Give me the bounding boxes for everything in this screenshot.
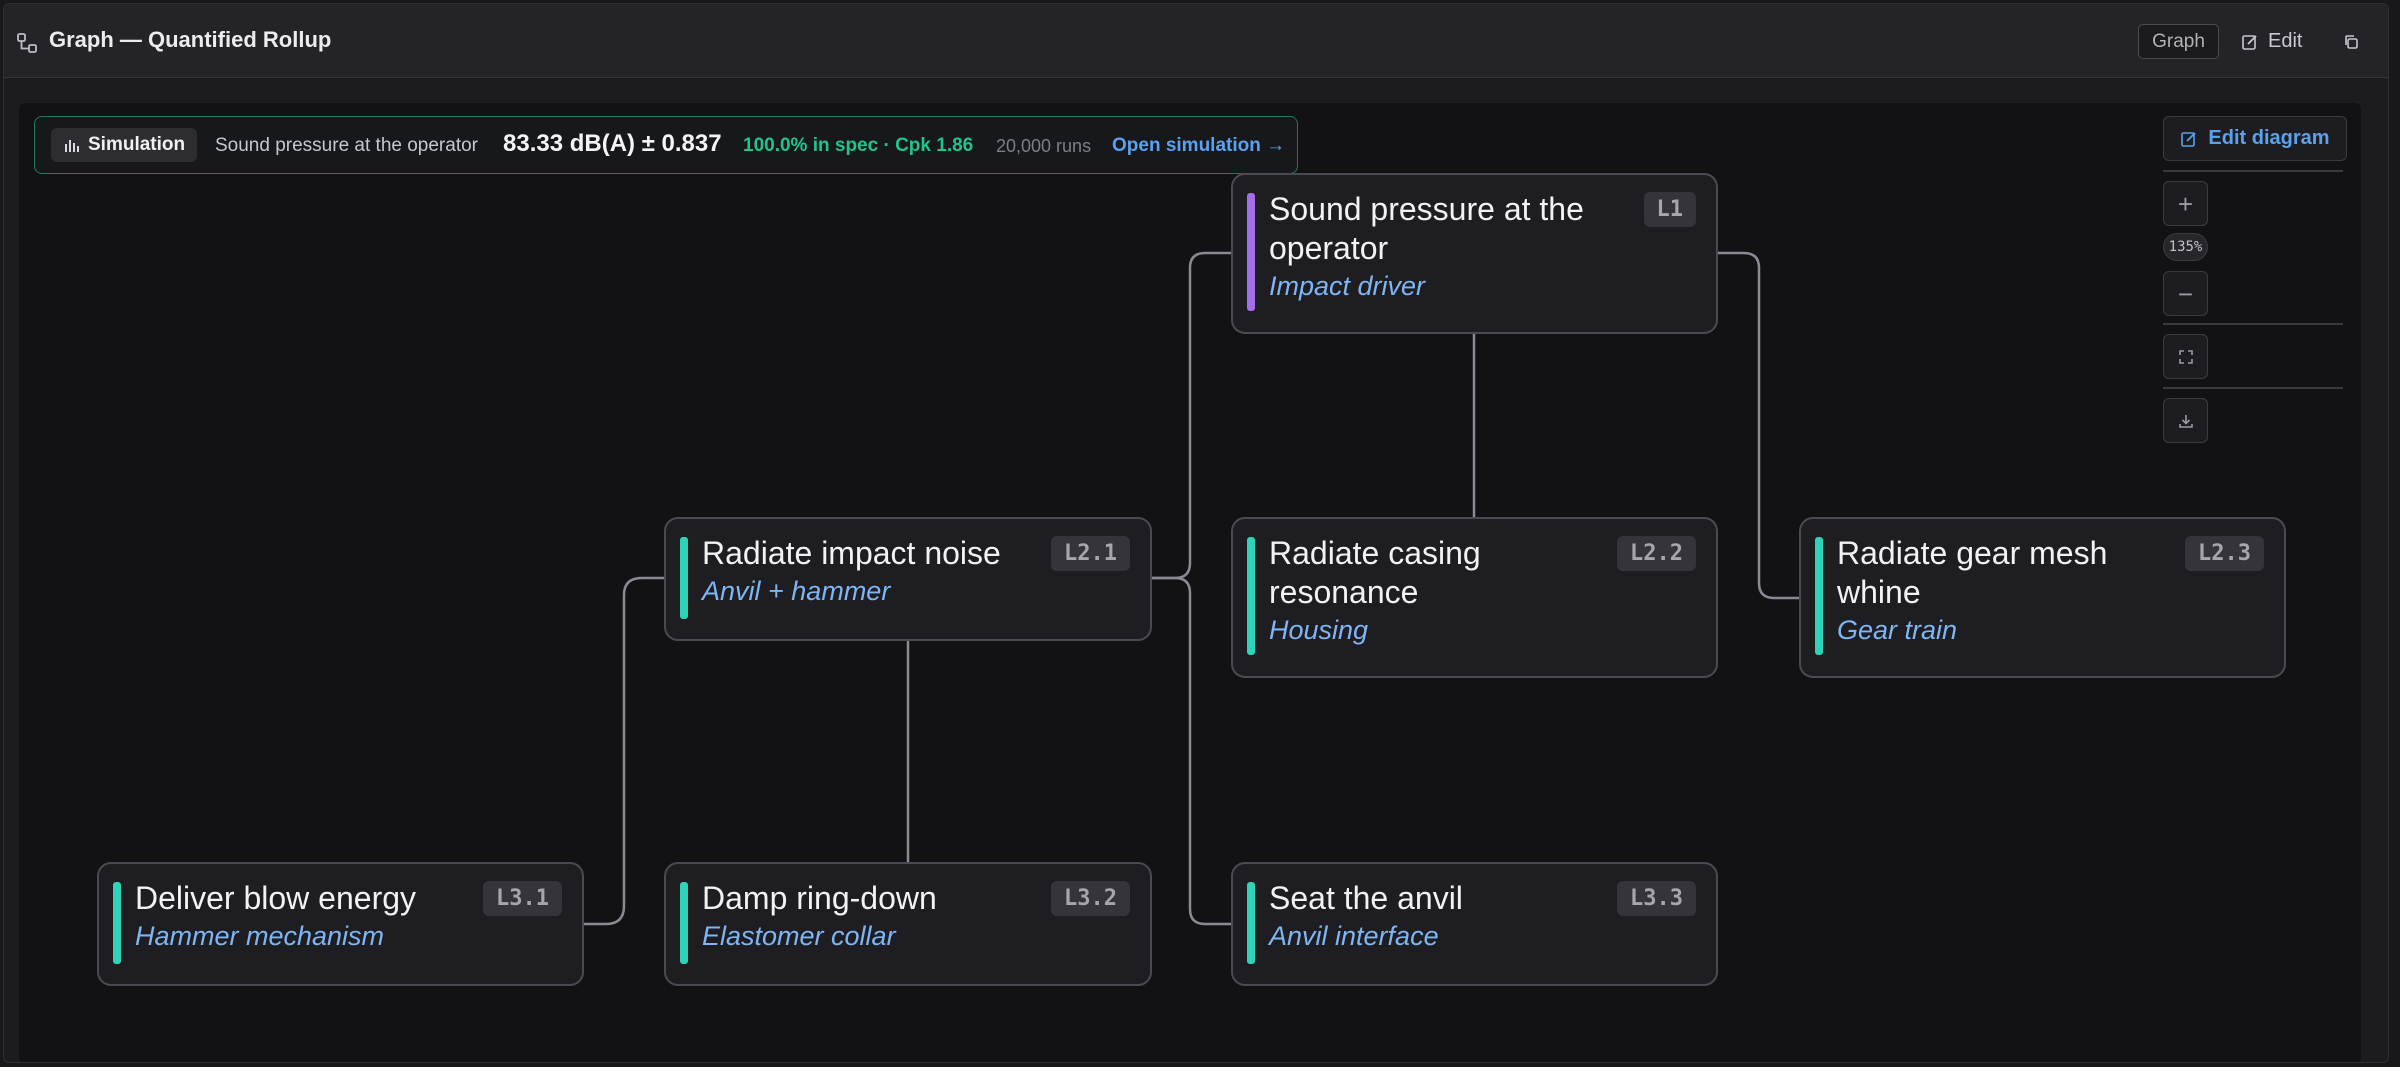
node-l32[interactable]: Damp ring-down Elastomer collar L3.2 <box>664 862 1152 986</box>
node-id-badge: L1 <box>1643 192 1696 227</box>
minus-icon: − <box>2177 278 2194 309</box>
node-l21[interactable]: Radiate impact noise Anvil + hammer L2.1 <box>664 517 1152 641</box>
simulation-summary-bar: Simulation Sound pressure at the operato… <box>34 116 1298 174</box>
fit-view-button[interactable] <box>2163 334 2208 379</box>
controls-divider <box>2163 170 2343 172</box>
node-l23[interactable]: Radiate gear mesh whine Gear train L2.3 <box>1799 517 2286 678</box>
node-title: Deliver blow energy <box>135 880 417 916</box>
node-title: Radiate impact noise <box>702 535 1001 571</box>
node-title: Radiate gear mesh whine <box>1837 535 2108 610</box>
node-title: Seat the anvil <box>1269 880 1463 916</box>
node-accent-bar <box>1247 537 1255 655</box>
edit-diagram-button[interactable]: Edit diagram <box>2163 116 2347 161</box>
node-id-badge: L3.1 <box>483 881 562 916</box>
edge-l1-l23 <box>1717 251 1799 600</box>
node-id-badge: L3.2 <box>1051 881 1130 916</box>
node-subtitle: Anvil + hammer <box>702 576 891 606</box>
node-accent-bar <box>1247 193 1255 311</box>
node-accent-bar <box>680 537 688 619</box>
node-id-badge: L2.3 <box>2185 536 2264 571</box>
simulation-runs: 20,000 runs <box>996 136 1092 156</box>
plus-icon: + <box>2177 188 2194 219</box>
node-subtitle: Gear train <box>1837 615 1958 645</box>
node-accent-bar <box>1815 537 1823 655</box>
node-title: Radiate casing resonance <box>1269 535 1481 610</box>
node-id-badge: L3.3 <box>1617 881 1696 916</box>
zoom-out-button[interactable]: − <box>2163 271 2208 316</box>
node-l31[interactable]: Deliver blow energy Hammer mechanism L3.… <box>97 862 584 986</box>
node-subtitle: Elastomer collar <box>702 921 896 951</box>
edge-l21-l33 <box>1152 576 1231 926</box>
node-id-badge: L2.1 <box>1051 536 1130 571</box>
node-accent-bar <box>680 882 688 964</box>
simulation-spec-status: 100.0% in spec · Cpk 1.86 <box>743 135 974 156</box>
simulation-value: 83.33 dB(A) ± 0.837 <box>503 130 722 157</box>
node-accent-bar <box>1247 882 1255 964</box>
simulation-metric: Sound pressure at the operator <box>215 135 479 156</box>
edit-diagram-label: Edit diagram <box>2208 127 2330 149</box>
node-subtitle: Anvil interface <box>1269 921 1439 951</box>
node-title: Sound pressure at the operator <box>1269 191 1584 266</box>
node-id-badge: L2.2 <box>1617 536 1696 571</box>
edge-l1-l21 <box>1152 251 1231 580</box>
expand-icon <box>2178 349 2193 364</box>
controls-divider <box>2163 387 2343 389</box>
open-simulation-link[interactable]: Open simulation → <box>1112 135 1285 157</box>
simulation-tag-label: Simulation <box>88 134 186 155</box>
node-l33[interactable]: Seat the anvil Anvil interface L3.3 <box>1231 862 1718 986</box>
node-subtitle: Housing <box>1269 615 1369 645</box>
node-subtitle: Hammer mechanism <box>135 921 385 951</box>
node-l22[interactable]: Radiate casing resonance Housing L2.2 <box>1231 517 1718 678</box>
simulation-tag: Simulation <box>51 128 198 162</box>
node-l1[interactable]: Sound pressure at the operator Impact dr… <box>1231 173 1718 334</box>
download-button[interactable] <box>2163 398 2208 443</box>
node-title: Damp ring-down <box>702 880 937 916</box>
controls-divider <box>2163 323 2343 325</box>
edge-l21-l31 <box>584 576 664 926</box>
zoom-level: 135% <box>2163 233 2208 261</box>
zoom-in-button[interactable]: + <box>2163 181 2208 226</box>
pencil-icon <box>2181 131 2197 147</box>
download-icon <box>2178 414 2193 428</box>
bar-chart-icon <box>65 140 79 152</box>
node-subtitle: Impact driver <box>1269 271 1426 301</box>
node-accent-bar <box>113 882 121 964</box>
